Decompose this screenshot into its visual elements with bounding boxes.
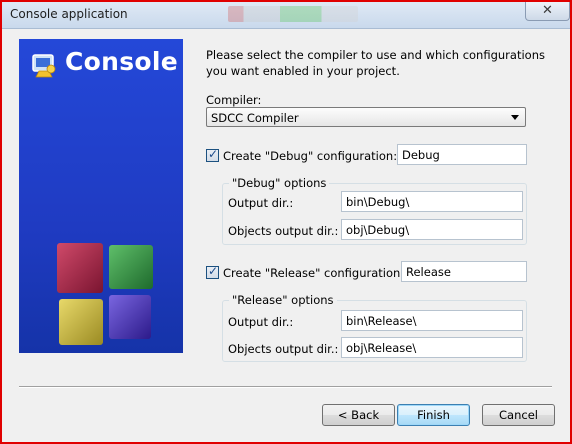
close-button[interactable]: ✕ [525, 2, 570, 21]
debug-options-legend: "Debug" options [229, 176, 330, 190]
debug-name-input[interactable]: Debug [397, 144, 527, 165]
title-bar[interactable]: Console application ✕ [2, 2, 570, 29]
release-output-value: bin\Release\ [346, 314, 417, 328]
finish-button[interactable]: Finish [397, 404, 470, 426]
cancel-button[interactable]: Cancel [482, 404, 555, 426]
color-cubes-icon [57, 243, 153, 345]
release-checkbox[interactable]: ✓ [206, 264, 219, 279]
compiler-select[interactable]: SDCC Compiler [206, 107, 526, 127]
debug-objects-value: obj\Debug\ [346, 223, 410, 237]
background-window-decoration [228, 6, 358, 22]
release-name-input[interactable]: Release [401, 261, 527, 282]
debug-name-value: Debug [402, 148, 440, 162]
debug-output-input[interactable]: bin\Debug\ [341, 191, 523, 212]
wizard-banner: Console [19, 39, 183, 353]
intro-text: Please select the compiler to use and wh… [206, 48, 545, 78]
debug-output-label: Output dir.: [228, 196, 294, 210]
compiler-select-value: SDCC Compiler [211, 111, 299, 125]
debug-objects-input[interactable]: obj\Debug\ [341, 219, 523, 240]
release-objects-label: Objects output dir.: [228, 342, 339, 356]
wizard-window: Console application ✕ Console Please sel… [0, 0, 572, 444]
release-output-input[interactable]: bin\Release\ [341, 310, 523, 331]
debug-objects-label: Objects output dir.: [228, 224, 339, 238]
button-separator [19, 386, 552, 388]
release-options-legend: "Release" options [229, 293, 337, 307]
chevron-down-icon [511, 115, 519, 120]
close-icon: ✕ [542, 3, 553, 18]
debug-checkbox[interactable]: ✓ [206, 147, 219, 162]
banner-title: Console [65, 47, 179, 76]
compiler-label: Compiler: [206, 93, 262, 107]
release-output-label: Output dir.: [228, 315, 294, 329]
release-objects-input[interactable]: obj\Release\ [341, 337, 523, 358]
wizard-content: Console Please select the compiler to us… [8, 29, 564, 437]
debug-checkbox-label[interactable]: Create "Debug" configuration: [223, 149, 397, 163]
codeblocks-logo-icon [32, 54, 56, 78]
release-checkbox-label[interactable]: Create "Release" configuration: [223, 266, 404, 280]
debug-output-value: bin\Debug\ [346, 195, 410, 209]
release-name-value: Release [406, 265, 451, 279]
back-button[interactable]: < Back [322, 404, 395, 426]
window-title: Console application [10, 7, 128, 21]
release-objects-value: obj\Release\ [346, 341, 417, 355]
checkmark-icon: ✓ [208, 264, 219, 278]
checkmark-icon: ✓ [208, 147, 219, 161]
